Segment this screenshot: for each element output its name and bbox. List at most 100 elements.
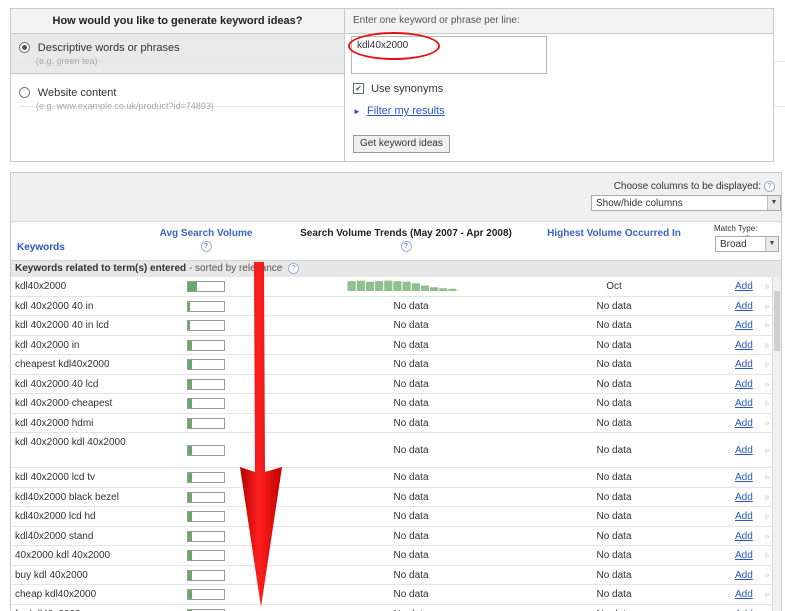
use-synonyms-checkbox-icon[interactable]: ✔	[353, 83, 364, 94]
table-row: kdl 40x2000 hdmiNo dataNo dataAdd»	[11, 414, 781, 434]
add-arrow-icon[interactable]: »	[764, 550, 770, 561]
add-keyword-link[interactable]: Add	[735, 379, 753, 390]
table-row: cheap kdl40x2000No dataNo dataAdd»	[11, 585, 781, 605]
add-keyword-link[interactable]: Add	[735, 589, 753, 600]
add-keyword-link[interactable]: Add	[735, 472, 753, 483]
option-website-content[interactable]: Website content (e.g. www.example.co.uk/…	[11, 75, 344, 161]
add-keyword-link[interactable]: Add	[735, 359, 753, 370]
vertical-scrollbar[interactable]	[772, 277, 781, 611]
add-keyword-link[interactable]: Add	[735, 281, 753, 292]
keyword-cell: kdl 40x2000 kdl 40x2000	[15, 437, 135, 448]
add-keyword-link[interactable]: Add	[735, 492, 753, 503]
radio-website-icon[interactable]	[19, 87, 30, 98]
trend-bar	[439, 288, 447, 291]
highest-volume-cell: No data	[539, 511, 689, 522]
scrollbar-thumb[interactable]	[774, 291, 780, 351]
add-keyword-link[interactable]: Add	[735, 531, 753, 542]
table-row: kdl40x2000 lcd hdNo dataNo dataAdd»	[11, 507, 781, 527]
use-synonyms-row[interactable]: ✔ Use synonyms	[353, 83, 443, 95]
trend-cell: No data	[291, 398, 531, 409]
group-title: Keywords related to term(s) entered	[15, 263, 186, 274]
help-icon[interactable]: ?	[201, 241, 212, 252]
header-avg-search-volume[interactable]: Avg Search Volume ?	[139, 228, 273, 252]
add-arrow-icon[interactable]: »	[764, 359, 770, 370]
avg-volume-bar-fill	[188, 302, 190, 311]
filter-row[interactable]: ► Filter my results	[353, 105, 445, 117]
generation-question: How would you like to generate keyword i…	[11, 9, 344, 34]
trend-bar	[357, 281, 365, 291]
avg-volume-bar-fill	[188, 551, 192, 560]
add-arrow-icon[interactable]: »	[764, 379, 770, 390]
add-arrow-icon[interactable]: »	[764, 472, 770, 483]
highest-volume-cell: No data	[539, 589, 689, 600]
add-keyword-link[interactable]: Add	[735, 550, 753, 561]
avg-volume-bar	[187, 531, 225, 542]
highest-volume-cell: No data	[539, 418, 689, 429]
radio-descriptive-icon[interactable]	[19, 42, 30, 53]
help-icon[interactable]: ?	[288, 263, 299, 274]
add-arrow-icon[interactable]: »	[764, 570, 770, 581]
add-arrow-icon[interactable]: »	[764, 445, 770, 456]
use-synonyms-label: Use synonyms	[371, 83, 443, 95]
group-header: Keywords related to term(s) entered - so…	[11, 261, 781, 277]
add-keyword-link[interactable]: Add	[735, 418, 753, 429]
table-row: kdl 40x2000 40 in lcdNo dataNo dataAdd»	[11, 316, 781, 336]
add-arrow-icon[interactable]: »	[764, 531, 770, 542]
avg-volume-bar-fill	[188, 380, 192, 389]
header-keywords[interactable]: Keywords	[17, 242, 65, 253]
add-arrow-icon[interactable]: »	[764, 398, 770, 409]
add-arrow-icon[interactable]: »	[764, 301, 770, 312]
keyword-cell: buy kdl 40x2000	[15, 570, 135, 581]
add-arrow-icon[interactable]: »	[764, 418, 770, 429]
trend-bar	[430, 287, 438, 291]
chevron-down-icon[interactable]: ▼	[767, 196, 780, 210]
add-keyword-link[interactable]: Add	[735, 445, 753, 456]
choose-columns-text: Choose columns to be displayed:	[614, 181, 761, 192]
header-highest-volume[interactable]: Highest Volume Occurred In	[539, 228, 689, 240]
triangle-right-icon: ►	[353, 107, 361, 116]
keyword-generation-panel: How would you like to generate keyword i…	[10, 8, 774, 162]
keyword-instruction: Enter one keyword or phrase per line:	[345, 9, 773, 34]
table-row: kdl 40x2000 kdl 40x2000No dataNo dataAdd…	[11, 433, 781, 468]
keyword-cell: 40x2000 kdl 40x2000	[15, 550, 135, 561]
help-icon[interactable]: ?	[401, 241, 412, 252]
add-keyword-link[interactable]: Add	[735, 511, 753, 522]
add-keyword-link[interactable]: Add	[735, 340, 753, 351]
trend-bar	[403, 282, 411, 291]
add-arrow-icon[interactable]: »	[764, 492, 770, 503]
trend-bar	[412, 283, 420, 291]
keyword-cell: kdl40x2000 black bezel	[15, 492, 135, 503]
add-keyword-link[interactable]: Add	[735, 301, 753, 312]
chevron-down-icon[interactable]: ▼	[765, 237, 778, 251]
keyword-cell: kdl40x2000 stand	[15, 531, 135, 542]
add-arrow-icon[interactable]: »	[764, 281, 770, 292]
option-website-label: Website content	[38, 87, 117, 99]
add-arrow-icon[interactable]: »	[764, 320, 770, 331]
add-arrow-icon[interactable]: »	[764, 511, 770, 522]
highest-volume-cell: No data	[539, 492, 689, 503]
avg-volume-bar-fill	[188, 399, 192, 408]
option-descriptive-words[interactable]: Descriptive words or phrases (e.g. green…	[11, 34, 344, 74]
avg-volume-bar-fill	[188, 493, 192, 502]
get-keyword-ideas-button[interactable]: Get keyword ideas	[353, 135, 450, 153]
avg-volume-bar-fill	[188, 282, 197, 291]
add-arrow-icon[interactable]: »	[764, 589, 770, 600]
match-type-select[interactable]: Broad ▼	[715, 236, 779, 252]
trend-bar	[384, 281, 392, 291]
table-row: kdl40x2000OctAdd»	[11, 277, 781, 297]
trend-cell: No data	[291, 445, 531, 456]
keyword-textarea[interactable]: kdl40x2000	[351, 36, 547, 74]
add-keyword-link[interactable]: Add	[735, 398, 753, 409]
trend-bar	[421, 286, 429, 292]
help-icon[interactable]: ?	[764, 181, 775, 192]
avg-volume-bar	[187, 589, 225, 600]
filter-results-link[interactable]: Filter my results	[367, 105, 445, 117]
add-keyword-link[interactable]: Add	[735, 320, 753, 331]
add-arrow-icon[interactable]: »	[764, 340, 770, 351]
trend-cell: No data	[291, 340, 531, 351]
keyword-cell: kdl40x2000 lcd hd	[15, 511, 135, 522]
avg-volume-bar-fill	[188, 419, 192, 428]
keyword-cell: cheap kdl40x2000	[15, 589, 135, 600]
add-keyword-link[interactable]: Add	[735, 570, 753, 581]
columns-select[interactable]: Show/hide columns ▼	[591, 195, 781, 211]
